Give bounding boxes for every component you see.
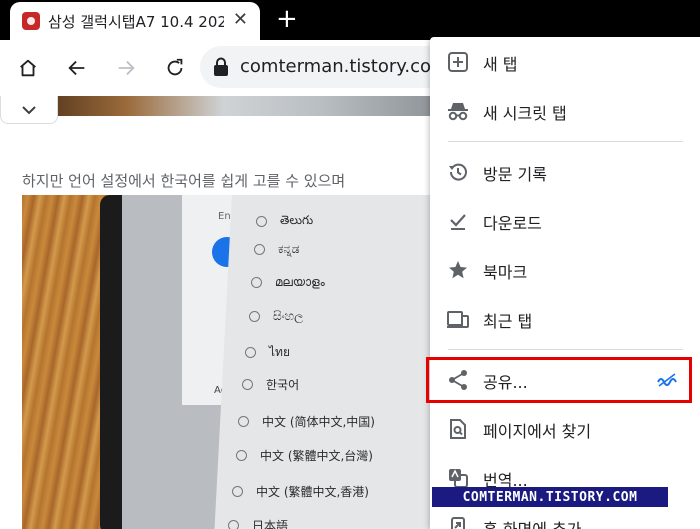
reload-icon[interactable]: [161, 54, 189, 82]
language-option: 한국어: [242, 376, 299, 393]
recent-tabs-icon: [446, 307, 470, 331]
site-favicon-icon: [22, 12, 40, 30]
language-option: 中文 (繁體中文,台灣): [236, 447, 373, 464]
site-watermark: COMTERMAN.TISTORY.COM: [432, 487, 668, 507]
new-tab-plus-icon[interactable]: +: [276, 4, 298, 34]
menu-divider: [448, 349, 683, 350]
menu-item-new-incognito-tab[interactable]: 새 시크릿 탭: [430, 87, 700, 135]
language-option: മലയാളം: [251, 275, 325, 290]
menu-item-downloads[interactable]: 다운로드: [430, 197, 700, 245]
collapse-button[interactable]: [0, 96, 58, 124]
language-option: 日本語: [228, 517, 288, 529]
previous-photo-edge: [48, 96, 438, 116]
menu-item-find-in-page[interactable]: 페이지에서 찾기: [430, 405, 700, 453]
browser-tab[interactable]: 삼성 갤럭시탭A7 10.4 2020 ✕: [10, 2, 260, 40]
radio-icon: [256, 216, 267, 227]
radio-icon: [236, 450, 247, 461]
close-tab-icon[interactable]: ✕: [233, 10, 248, 30]
language-list-sheet: [214, 195, 442, 529]
bookmark-star-icon: [446, 258, 470, 282]
new-tab-icon: [446, 50, 470, 74]
language-option: සිංහල: [249, 309, 303, 324]
radio-icon: [249, 311, 260, 322]
language-option: ಕನ್ನಡ: [254, 242, 299, 257]
radio-icon: [254, 244, 265, 255]
menu-item-recent-tabs[interactable]: 최근 탭: [430, 295, 700, 343]
tablet-language-photo: Engl Ac తెలుగు ಕನ್ನಡ മലയാളം සිංහල ไทย 한국…: [22, 195, 442, 529]
radio-icon: [251, 277, 262, 288]
language-option: తెలుగు: [256, 213, 313, 230]
share-highlight-box: [426, 357, 692, 403]
article-paragraph: 하지만 언어 설정에서 한국어를 쉽게 고를 수 있으며: [22, 172, 346, 190]
tab-title: 삼성 갤럭시탭A7 10.4 2020: [48, 12, 224, 31]
history-icon: [446, 160, 470, 184]
language-option: 中文 (繁體中文,香港): [232, 483, 369, 500]
radio-icon: [232, 486, 243, 497]
add-to-home-icon: [446, 515, 470, 529]
lock-icon[interactable]: [212, 57, 230, 81]
menu-item-history[interactable]: 방문 기록: [430, 148, 700, 196]
language-option: ไทย: [245, 343, 290, 362]
home-icon[interactable]: [14, 54, 42, 82]
screen: 삼성 갤럭시탭A7 10.4 2020 ✕ + comterman.tistor…: [0, 0, 700, 529]
download-icon: [446, 209, 470, 233]
radio-icon: [238, 416, 249, 427]
tab-strip: 삼성 갤럭시탭A7 10.4 2020 ✕ +: [0, 0, 700, 40]
back-arrow-icon[interactable]: [63, 54, 91, 82]
find-in-page-icon: [446, 417, 470, 441]
forward-arrow-icon[interactable]: [112, 54, 140, 82]
language-option: 中文 (简体中文,中国): [238, 413, 375, 430]
radio-icon: [245, 347, 256, 358]
url-text[interactable]: comterman.tistory.com/: [240, 56, 455, 77]
radio-icon: [228, 520, 239, 529]
chevron-down-icon: [22, 105, 36, 114]
incognito-icon: [446, 99, 470, 123]
menu-item-new-tab[interactable]: 새 탭: [430, 38, 700, 86]
menu-divider: [448, 141, 683, 142]
menu-item-bookmarks[interactable]: 북마크: [430, 246, 700, 294]
radio-icon: [242, 379, 253, 390]
overflow-menu: 새 탭 새 시크릿 탭 방문 기록 다운로드 북마크 최근 탭 공유... 페이…: [430, 37, 700, 529]
